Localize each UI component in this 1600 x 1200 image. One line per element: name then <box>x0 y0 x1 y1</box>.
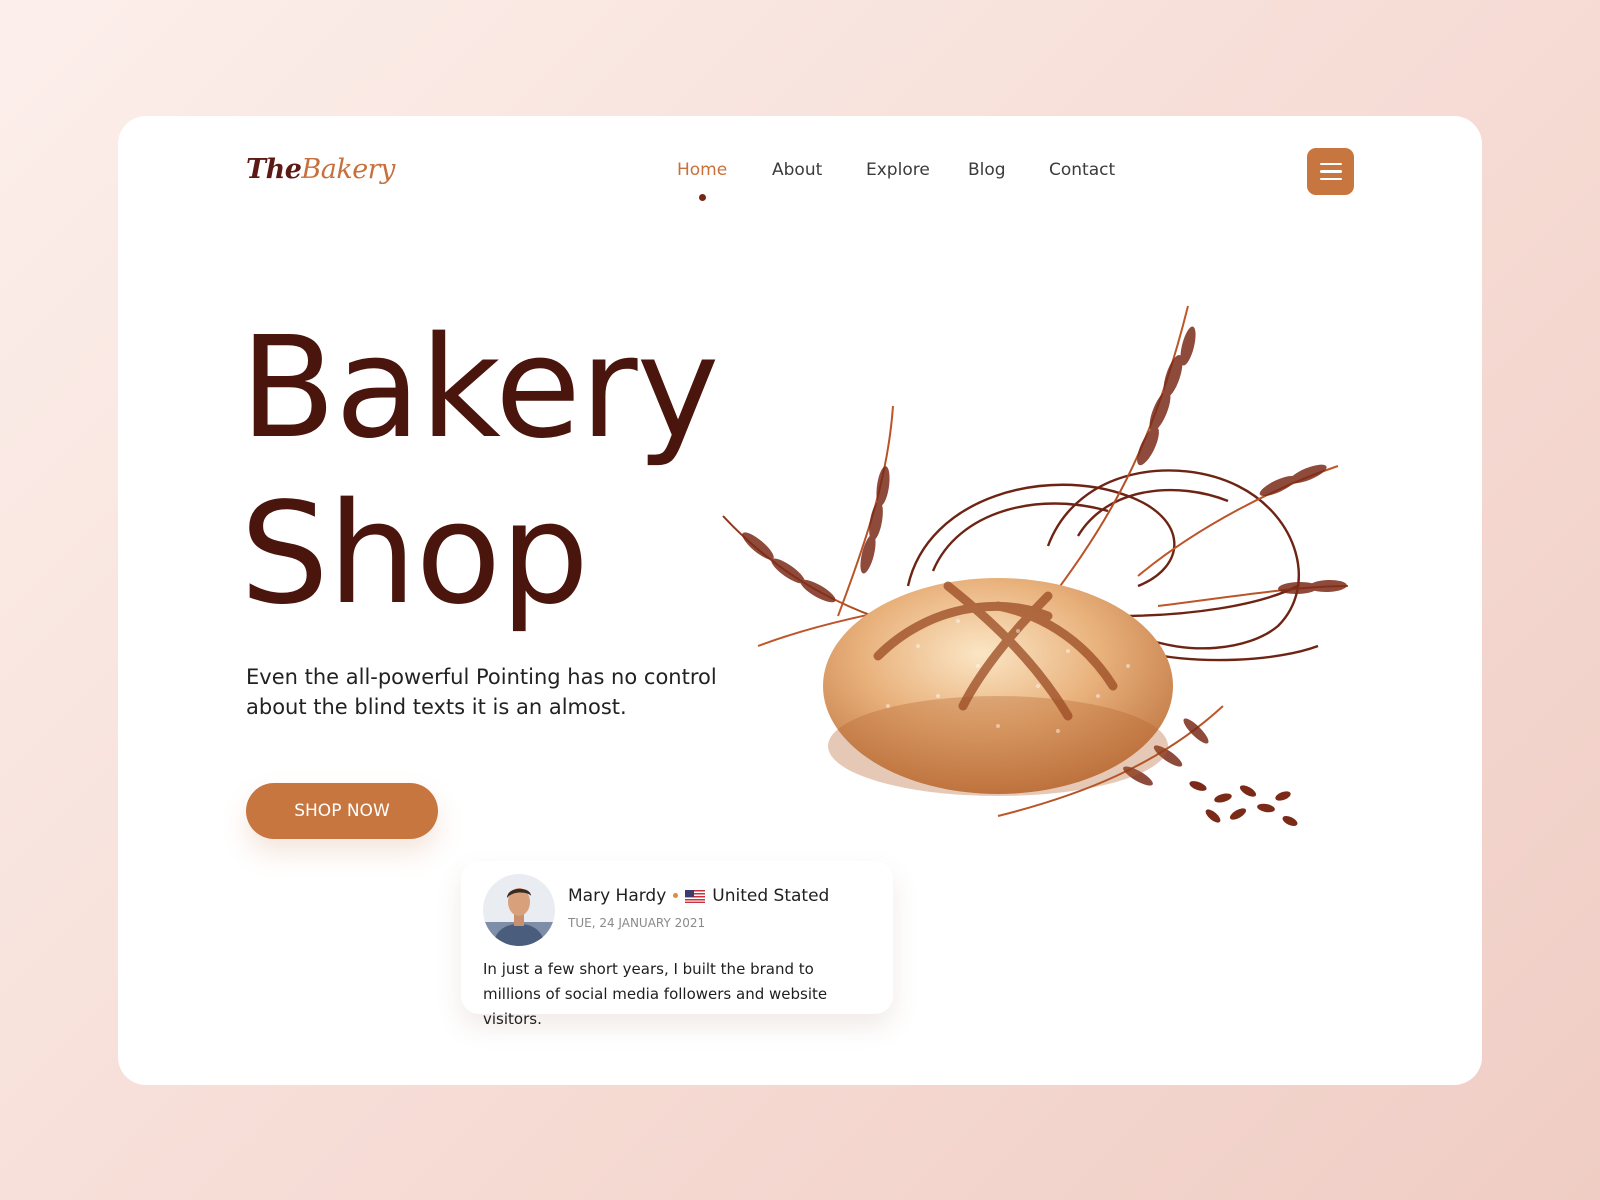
logo-text-the: The <box>246 154 302 185</box>
author-name: Mary Hardy <box>568 886 667 906</box>
hero-title-line1: Bakery <box>240 307 719 470</box>
separator-dot <box>673 893 679 898</box>
main-card: TheBakery Home About Explore Blog Contac… <box>118 116 1482 1085</box>
menu-button[interactable] <box>1307 148 1354 195</box>
logo-text-bakery: Bakery <box>301 154 395 185</box>
brand-logo[interactable]: TheBakery <box>246 154 395 185</box>
bread-and-wheat-illustration <box>722 305 1349 826</box>
testimonial-text: In just a few short years, I built the b… <box>483 960 828 1028</box>
nav-item-contact[interactable]: Contact <box>1049 160 1115 180</box>
nav-item-explore[interactable]: Explore <box>866 160 930 180</box>
nav-item-home[interactable]: Home <box>677 160 727 180</box>
active-nav-indicator <box>699 194 706 201</box>
avatar-image <box>483 874 555 946</box>
testimonial-card: Mary Hardy United Stated TUE, 24 JANUARY… <box>461 861 893 1028</box>
hero-title-line2: Shop <box>240 473 589 636</box>
testimonial-date: TUE, 24 JANUARY 2021 <box>568 916 706 930</box>
hero-description: Even the all-powerful Pointing has no co… <box>246 665 717 719</box>
hamburger-menu-icon <box>1319 162 1342 166</box>
us-flag-icon <box>685 890 706 903</box>
shop-now-button[interactable]: SHOP NOW <box>246 783 438 839</box>
nav-item-about[interactable]: About <box>772 160 822 180</box>
hero-title: Bakery Shop <box>240 306 719 638</box>
testimonial-author: Mary Hardy United Stated <box>568 886 829 906</box>
nav-item-blog[interactable]: Blog <box>968 160 1006 180</box>
author-country: United Stated <box>712 886 830 906</box>
avatar <box>483 874 555 946</box>
